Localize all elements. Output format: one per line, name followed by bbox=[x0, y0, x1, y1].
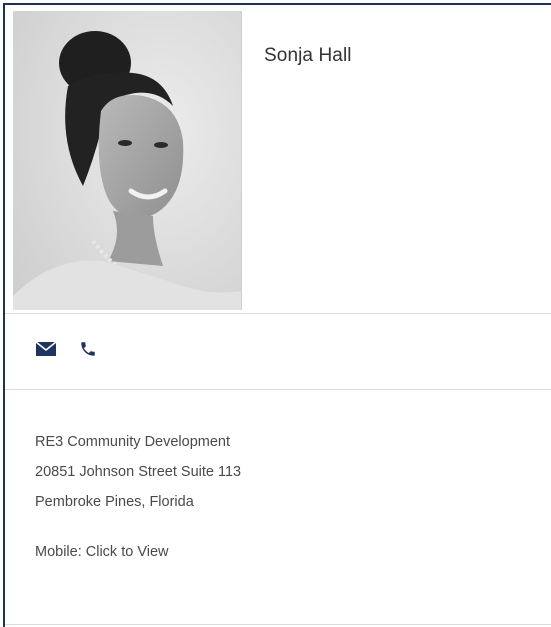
agent-name: Sonja Hall bbox=[264, 45, 352, 66]
divider bbox=[5, 389, 551, 390]
divider bbox=[5, 624, 551, 625]
street-address: 20851 Johnson Street Suite 113 bbox=[35, 464, 242, 480]
page: Sonja Hall RE3 Community Development 208… bbox=[0, 0, 551, 627]
phone-icon[interactable] bbox=[79, 340, 97, 358]
divider bbox=[5, 313, 551, 314]
contact-icons bbox=[35, 335, 97, 363]
city-state: Pembroke Pines, Florida bbox=[35, 494, 194, 510]
card-header: Sonja Hall bbox=[5, 5, 551, 313]
agent-card: Sonja Hall RE3 Community Development 208… bbox=[3, 3, 551, 627]
envelope-icon[interactable] bbox=[35, 341, 57, 357]
mobile-click-to-view[interactable]: Mobile: Click to View bbox=[35, 543, 241, 573]
agent-photo[interactable] bbox=[13, 11, 242, 310]
company-name: RE3 Community Development bbox=[35, 434, 231, 450]
portrait-image bbox=[13, 11, 241, 310]
agent-details: RE3 Community Development 20851 Johnson … bbox=[35, 433, 241, 573]
